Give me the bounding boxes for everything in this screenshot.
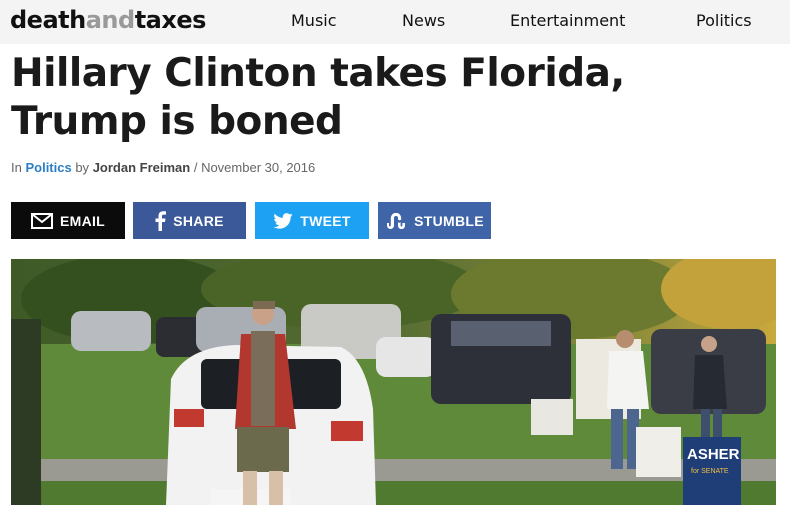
- twitter-share-button[interactable]: TWEET: [255, 202, 369, 239]
- sign-text-senate: for SENATE: [691, 468, 729, 475]
- envelope-icon: [30, 212, 53, 229]
- email-label: EMAIL: [59, 212, 106, 229]
- article-hero-photo: ASHER for SENATE: [11, 259, 776, 505]
- byline-in: In: [11, 160, 26, 175]
- tweet-label: TWEET: [300, 212, 351, 229]
- site-header: deathandtaxes Music News Entertainment P…: [0, 0, 790, 44]
- logo-text-death: death: [10, 6, 86, 34]
- nav-item-entertainment[interactable]: Entertainment: [510, 11, 625, 30]
- stumbleupon-icon: [385, 212, 407, 229]
- stumbleupon-share-button[interactable]: STUMBLE: [378, 202, 491, 239]
- byline-separator: /: [190, 160, 202, 175]
- headline-line-1: Hillary Clinton takes Florida,: [11, 51, 625, 96]
- share-label: SHARE: [173, 212, 224, 229]
- facebook-icon: [155, 210, 167, 231]
- site-logo[interactable]: deathandtaxes: [10, 6, 206, 34]
- article-headline: Hillary Clinton takes Florida, Trump is …: [11, 50, 781, 146]
- nav-item-music[interactable]: Music: [291, 11, 337, 30]
- headline-line-2: Trump is boned: [11, 99, 343, 144]
- facebook-share-button[interactable]: SHARE: [133, 202, 246, 239]
- nav-item-news[interactable]: News: [402, 11, 445, 30]
- stumble-label: STUMBLE: [414, 212, 484, 229]
- byline-by: by: [71, 160, 93, 175]
- email-share-button[interactable]: EMAIL: [11, 202, 125, 239]
- category-link[interactable]: Politics: [25, 160, 71, 175]
- twitter-icon: [273, 212, 293, 229]
- author-link[interactable]: Jordan Freiman: [93, 160, 191, 175]
- logo-text-and: and: [85, 6, 135, 34]
- logo-text-taxes: taxes: [134, 6, 207, 34]
- sign-text-asher: ASHER: [687, 446, 740, 463]
- publish-date: November 30, 2016: [201, 160, 316, 175]
- nav-item-politics[interactable]: Politics: [696, 11, 752, 30]
- article-byline: In Politics by Jordan Freiman / November…: [11, 160, 315, 175]
